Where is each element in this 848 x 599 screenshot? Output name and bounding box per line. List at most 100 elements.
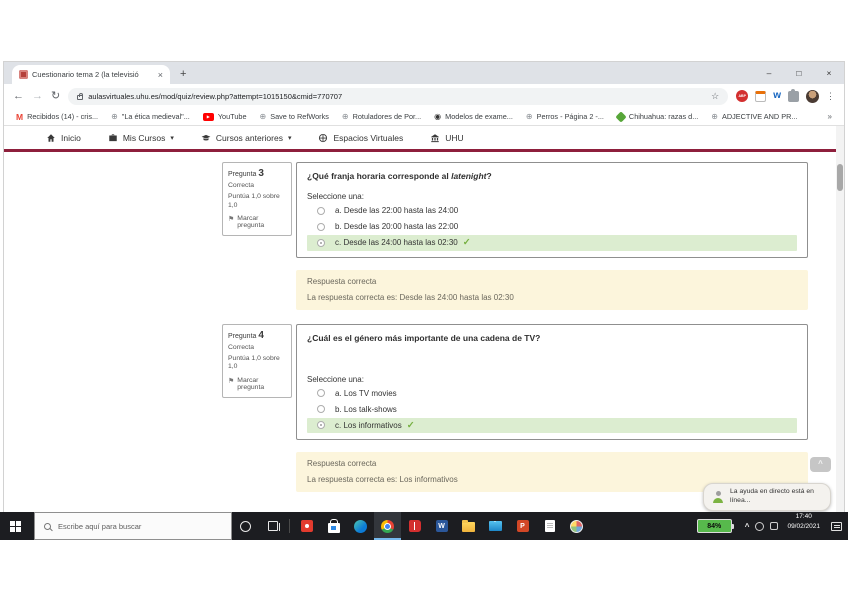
paint-palette-icon	[570, 520, 583, 533]
moodle-page: Inicio Mis Cursos ▾ Cursos anteriores ▾ …	[4, 126, 844, 512]
answer-option-c-selected[interactable]: c. Los informativos ✓	[307, 418, 797, 434]
browser-menu-icon[interactable]: ⋮	[826, 91, 835, 102]
battery-indicator[interactable]: 84%	[697, 519, 732, 533]
start-button[interactable]	[0, 512, 34, 540]
profile-avatar[interactable]	[806, 90, 819, 103]
taskbar-app-word[interactable]: W	[428, 512, 455, 540]
tray-icon-1[interactable]	[755, 522, 764, 531]
nav-item-uhu[interactable]: UHU	[430, 133, 463, 143]
question-3-body: ¿Qué franja horaria corresponde al laten…	[296, 162, 808, 258]
store-icon	[328, 523, 340, 533]
radio-icon[interactable]	[317, 405, 325, 413]
taskbar-app-store[interactable]	[320, 512, 347, 540]
gmail-icon: M	[16, 112, 23, 122]
bookmark-perros[interactable]: ⊕ Perros - Página 2 -...	[526, 112, 604, 121]
scrollbar-thumb[interactable]	[837, 164, 843, 191]
clock-date: 09/02/2021	[787, 522, 820, 532]
page-scrollbar[interactable]	[836, 126, 844, 512]
tray-icon-2[interactable]	[770, 522, 778, 530]
taskbar-app-notepad[interactable]	[536, 512, 563, 540]
taskbar-app-acrobat[interactable]	[293, 512, 320, 540]
taskbar-separator	[289, 519, 290, 533]
refworks-extension-icon[interactable]: w	[773, 91, 781, 101]
taskbar-clock[interactable]: 17:40 09/02/2021	[783, 512, 824, 540]
word-icon: W	[436, 520, 448, 532]
tray-expand-icon[interactable]: ^	[745, 522, 750, 531]
window-minimize-button[interactable]: –	[754, 62, 784, 84]
bookmarks-overflow-icon[interactable]: »	[828, 112, 832, 121]
nav-item-cursos-anteriores[interactable]: Cursos anteriores ▾	[201, 133, 292, 143]
bookmark-etica-medieval[interactable]: ⊕ "La ética medieval"...	[111, 112, 190, 121]
globe-favicon-icon: ⊕	[711, 113, 718, 121]
browser-window: Cuestionario tema 2 (la televisió × + – …	[4, 62, 844, 512]
flag-question-link[interactable]: ⚑ Marcar pregunta	[228, 215, 286, 229]
taskbar-app-paint[interactable]	[563, 512, 590, 540]
taskbar-app-reader[interactable]	[401, 512, 428, 540]
flag-question-link[interactable]: ⚑ Marcar pregunta	[228, 377, 286, 391]
back-button[interactable]: ←	[13, 91, 24, 102]
reload-button[interactable]: ↻	[51, 91, 60, 102]
answer-option-b[interactable]: b. Desde las 20:00 hasta las 22:00	[307, 219, 797, 234]
search-placeholder: Escribe aquí para buscar	[58, 522, 141, 531]
feedback-text: La respuesta correcta es: Desde las 24:0…	[307, 293, 797, 302]
scroll-to-top-button[interactable]: ^	[810, 457, 831, 472]
nav-item-mis-cursos[interactable]: Mis Cursos ▾	[108, 133, 174, 143]
calendar-extension-icon[interactable]	[755, 91, 766, 102]
bookmark-gmail[interactable]: M Recibidos (14) - cris...	[16, 112, 98, 122]
correct-check-icon: ✓	[463, 238, 471, 248]
nav-item-inicio[interactable]: Inicio	[46, 133, 81, 143]
taskbar-app-chrome-active[interactable]	[374, 512, 401, 540]
bookmark-chihuahua[interactable]: Chihuahua: razas d...	[617, 112, 698, 121]
radio-icon[interactable]	[317, 207, 325, 215]
question-status: Correcta	[228, 344, 286, 352]
live-help-chat-widget[interactable]: La ayuda en directo está en línea...	[703, 483, 831, 511]
paw-favicon-icon	[615, 111, 626, 122]
adblock-extension-icon[interactable]: ABP	[736, 90, 748, 102]
question-number: 3	[258, 168, 264, 179]
bookmark-youtube[interactable]: ▶ YouTube	[203, 112, 247, 121]
radio-selected-icon[interactable]	[317, 421, 325, 429]
cortana-button[interactable]	[232, 512, 259, 540]
acrobat-icon	[301, 520, 313, 532]
answer-option-b[interactable]: b. Los talk-shows	[307, 402, 797, 417]
url-text[interactable]: aulasvirtuales.uhu.es/mod/quiz/review.ph…	[88, 92, 342, 101]
nav-item-espacios-virtuales[interactable]: Espacios Virtuales	[318, 133, 403, 143]
radio-selected-icon[interactable]	[317, 239, 325, 247]
question-3-block: Pregunta 3 Correcta Puntúa 1,0 sobre 1,0…	[222, 162, 808, 258]
radio-icon[interactable]	[317, 223, 325, 231]
taskbar-app-mail[interactable]	[482, 512, 509, 540]
browser-tab[interactable]: Cuestionario tema 2 (la televisió ×	[12, 65, 170, 84]
bank-icon	[430, 133, 440, 143]
action-center-button[interactable]	[824, 512, 848, 540]
window-controls: – □ ×	[754, 62, 844, 84]
select-one-label: Seleccione una:	[307, 375, 797, 384]
address-bar[interactable]: aulasvirtuales.uhu.es/mod/quiz/review.ph…	[68, 88, 728, 105]
new-tab-button[interactable]: +	[180, 69, 186, 80]
windows-logo-icon	[10, 521, 15, 526]
chat-status-text: La ayuda en directo está en línea...	[730, 488, 822, 506]
globe-favicon-icon: ⊕	[526, 113, 533, 121]
extensions-puzzle-icon[interactable]	[788, 91, 799, 102]
radio-icon[interactable]	[317, 389, 325, 397]
task-view-button[interactable]	[259, 512, 286, 540]
youtube-icon: ▶	[203, 113, 214, 121]
question-label: Pregunta	[228, 171, 256, 178]
notification-icon	[831, 522, 842, 531]
taskbar-search-input[interactable]: Escribe aquí para buscar	[34, 512, 232, 540]
window-close-button[interactable]: ×	[814, 62, 844, 84]
bookmark-rotuladores[interactable]: ⊕ Rotuladores de Por...	[342, 112, 421, 121]
bookmark-refworks[interactable]: ⊕ Save to RefWorks	[260, 112, 329, 121]
answer-option-a[interactable]: a. Desde las 22:00 hasta las 24:00	[307, 203, 797, 218]
bookmark-adjective[interactable]: ⊕ ADJECTIVE AND PR...	[711, 112, 797, 121]
taskbar-app-powerpoint[interactable]: P	[509, 512, 536, 540]
window-maximize-button[interactable]: □	[784, 62, 814, 84]
forward-button[interactable]: →	[32, 91, 43, 102]
taskbar-app-edge[interactable]	[347, 512, 374, 540]
clock-time: 17:40	[787, 512, 820, 522]
answer-option-a[interactable]: a. Los TV movies	[307, 386, 797, 401]
bookmark-modelos-examen[interactable]: ◉ Modelos de exame...	[434, 112, 513, 121]
bookmark-star-icon[interactable]: ☆	[711, 91, 719, 102]
taskbar-app-explorer[interactable]	[455, 512, 482, 540]
tab-close-icon[interactable]: ×	[158, 70, 163, 80]
answer-option-c-selected[interactable]: c. Desde las 24:00 hasta las 02:30 ✓	[307, 235, 797, 251]
